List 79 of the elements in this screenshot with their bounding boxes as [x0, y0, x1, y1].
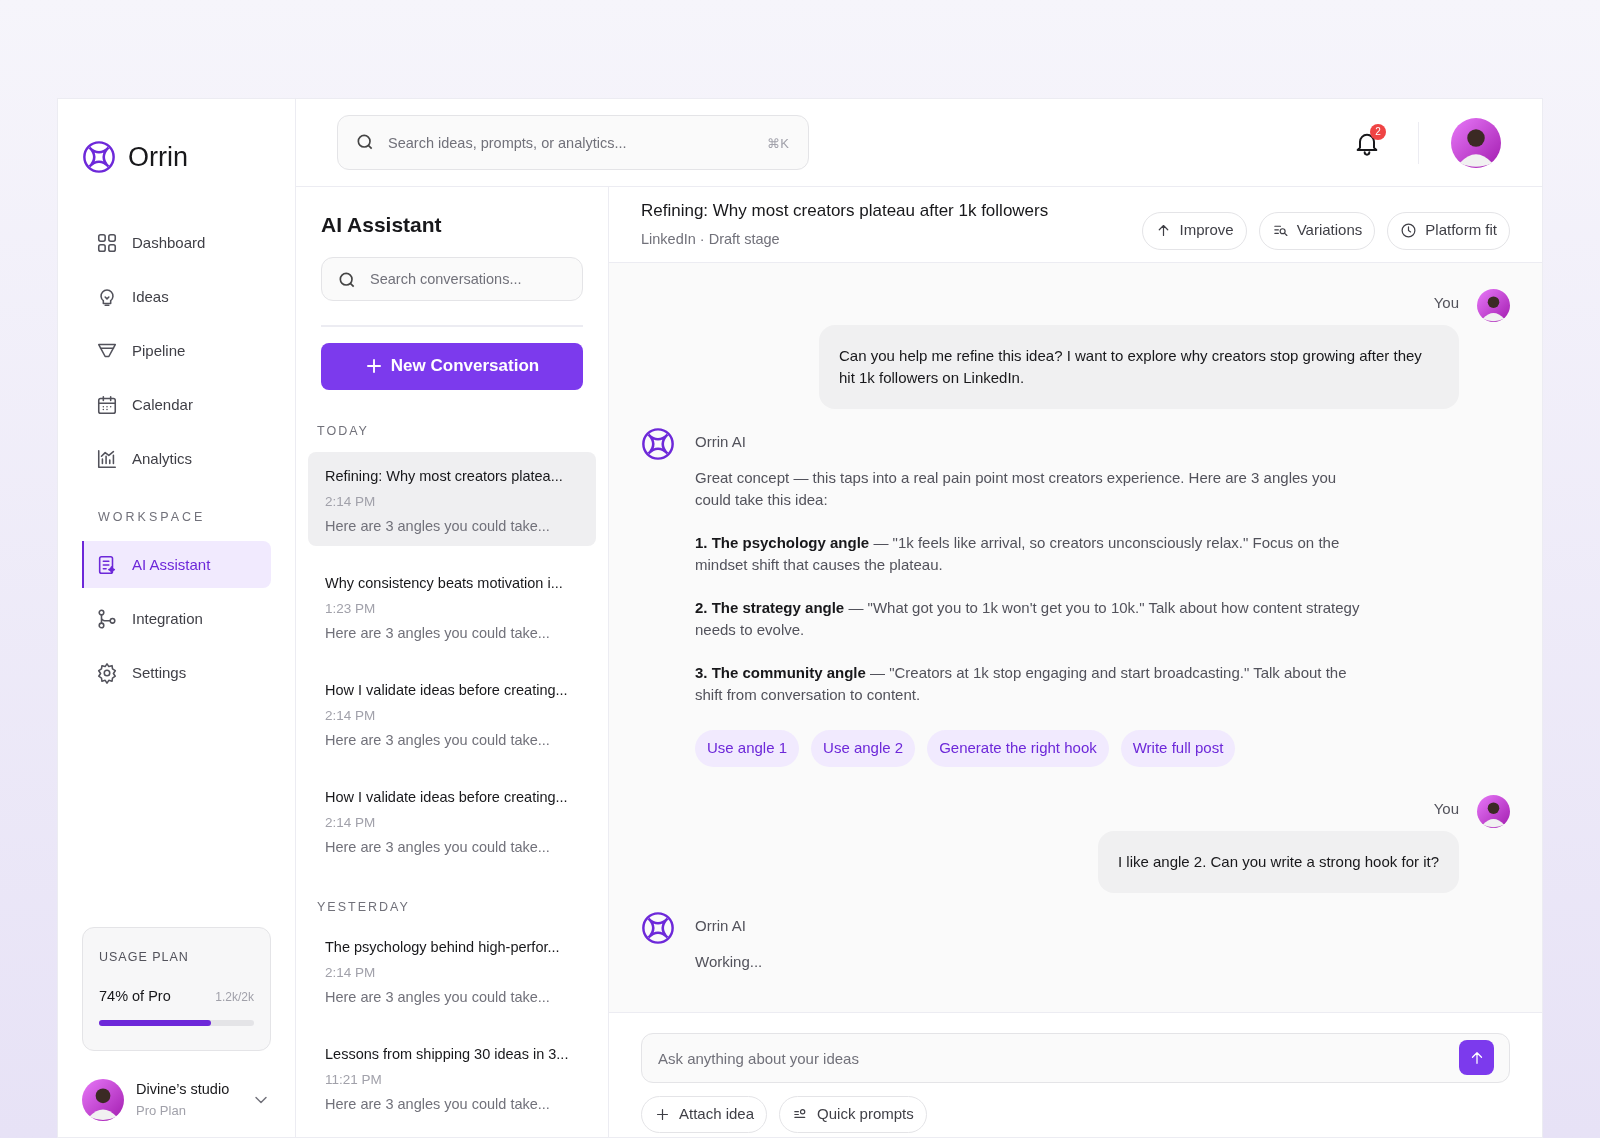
notification-button[interactable]: 2	[1348, 123, 1386, 162]
conversation-preview: Here are 3 angles you could take...	[325, 988, 551, 1007]
conversation-time: 1:23 PM	[325, 600, 377, 618]
brand-name: Orrin	[128, 141, 188, 174]
account-plan: Pro Plan	[136, 1102, 187, 1121]
account-name: Divine’s studio	[136, 1080, 231, 1100]
nav-item[interactable]: Calendar	[82, 381, 271, 429]
suggestion-chip[interactable]: Use angle 1	[695, 730, 800, 767]
nav-item[interactable]: Integration	[82, 595, 271, 643]
conversation-title: Refining: Why most creators platea...	[325, 467, 564, 487]
document-sparkle-icon	[96, 553, 118, 576]
clock-icon	[1400, 222, 1418, 239]
calendar-icon	[96, 394, 118, 416]
user-message: I like angle 2. Can you write a strong hook for it?	[1098, 830, 1459, 893]
logo-icon	[82, 140, 116, 175]
assistant-message: Great concept — this taps into a real pain point most creators experience. Here are 3 angles you could take this idea:	[695, 468, 1338, 510]
conversation-title: The psychology behind high-perfor...	[325, 938, 561, 957]
conversation-title: How I validate ideas before creating...	[325, 788, 569, 808]
conversation-search-field[interactable]: Search conversations...	[321, 256, 583, 301]
message-author: Orrin AI	[695, 915, 747, 936]
message-author: You	[1433, 799, 1459, 819]
plus-icon	[654, 1106, 671, 1123]
logo-icon	[641, 910, 675, 945]
panel-title: AI Assistant	[320, 212, 443, 238]
conversation-time: 2:14 PM	[325, 707, 377, 725]
assistant-message: Working...	[695, 952, 763, 972]
chat-title: Refining: Why most creators plateau after 1k followers	[641, 200, 1049, 223]
suggestion-chip[interactable]: Write full post	[1120, 730, 1236, 767]
bar-chart-icon	[96, 448, 118, 470]
notification-badge: 2	[1370, 123, 1386, 140]
search-icon	[355, 132, 375, 152]
conversation-item[interactable]: Refining: Why most creators platea... 2:14 PM Here are 3 angles you could take...	[308, 452, 596, 547]
conversation-time: 11:21 PM	[325, 1070, 383, 1089]
conversation-title: Lessons from shipping 30 ideas in 3...	[325, 1045, 570, 1064]
nav-item[interactable]: Pipeline	[82, 327, 271, 375]
conversation-title: How I validate ideas before creating...	[325, 681, 569, 701]
conversation-time: 2:14 PM	[325, 814, 377, 832]
branch-icon	[96, 607, 118, 630]
conversation-preview: Here are 3 angles you could take...	[325, 624, 551, 644]
logo-icon	[641, 426, 675, 461]
section-heading: WORKSPACE	[97, 508, 207, 526]
message-author: Orrin AI	[695, 431, 747, 452]
user-message: Can you help me refine this idea? I want to explore why creators stop growing after they hit 1k followers on LinkedIn.	[819, 324, 1459, 409]
avatar	[1477, 795, 1510, 828]
nav-item[interactable]: AI Assistant	[82, 541, 271, 589]
conversation-time: 2:14 PM	[325, 963, 377, 982]
assistant-message: 1. The psychology angle — "1k feels like arrival, so creators unconsciously relax." Focus on the mindset shift that causes the plateau.	[695, 533, 1341, 575]
avatar	[1451, 117, 1501, 168]
conversation-preview: Here are 3 angles you could take...	[325, 838, 551, 858]
group-heading: YESTERDAY	[316, 899, 411, 917]
message-input-field[interactable]: Ask anything about your ideas	[641, 1033, 1510, 1083]
nav-item[interactable]: Settings	[82, 649, 271, 697]
nav-item[interactable]: Analytics	[82, 435, 271, 483]
send-button[interactable]	[1459, 1040, 1494, 1075]
gear-icon	[96, 661, 118, 684]
plus-icon	[364, 357, 383, 376]
conversation-title: Why consistency beats motivation i...	[325, 574, 564, 594]
avatar	[82, 1079, 124, 1121]
account-switcher[interactable]: Divine’s studio Pro Plan	[82, 1079, 271, 1121]
shortcut-hint: ⌘K	[767, 135, 789, 153]
conversation-preview: Here are 3 angles you could take...	[325, 517, 551, 537]
conversation-preview: Here are 3 angles you could take...	[325, 1095, 551, 1114]
usage-label: 74% of Pro	[99, 987, 171, 1007]
conversation-preview: Here are 3 angles you could take...	[325, 731, 551, 751]
avatar	[1477, 289, 1510, 322]
assistant-message: 3. The community angle — "Creators at 1k stop engaging and start broadcasting." Talk about the shift from conversation to content.	[695, 663, 1348, 705]
grid-icon	[96, 232, 118, 254]
message-author: You	[1433, 293, 1459, 313]
suggestion-chip[interactable]: Generate the right hook	[927, 730, 1109, 767]
assistant-message: 2. The strategy angle — "What got you to 1k won't get you to 10k." Talk about how content strategy needs to evolve.	[695, 598, 1361, 640]
suggestion-chip[interactable]: Use angle 2	[811, 730, 916, 767]
group-heading: TODAY	[316, 422, 370, 440]
new-conversation-button[interactable]: New Conversation	[321, 342, 583, 390]
chat-subtitle: LinkedIn · Draft stage	[641, 229, 781, 249]
nav-item[interactable]: Ideas	[82, 273, 271, 321]
usage-count: 1.2k/2k	[215, 989, 254, 1007]
conversation-time: 2:14 PM	[325, 493, 377, 511]
usage-heading: USAGE PLAN	[99, 948, 190, 966]
nav-item[interactable]: Dashboard	[82, 219, 271, 267]
